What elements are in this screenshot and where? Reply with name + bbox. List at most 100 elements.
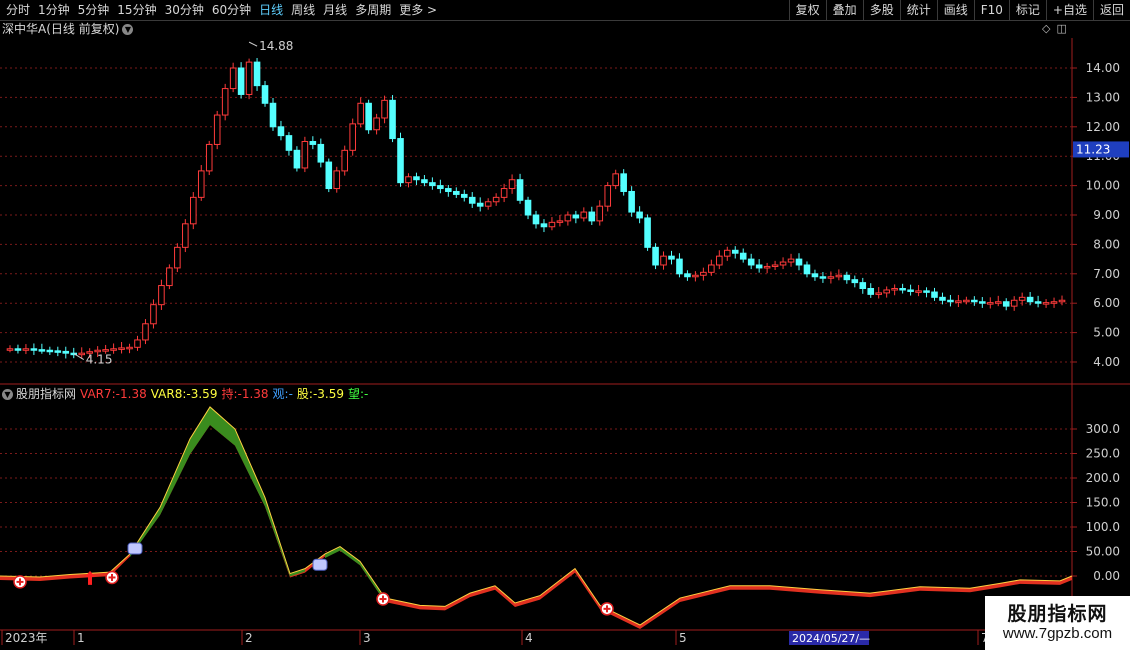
candle-body: [684, 273, 691, 278]
indicator-tick-label: 150.0: [1086, 496, 1120, 510]
time-label: 2023年: [5, 631, 48, 645]
candle-body: [460, 193, 468, 198]
candle-body: [237, 67, 245, 95]
candle-body: [676, 258, 683, 275]
candle-body: [197, 170, 205, 198]
candle-body: [572, 214, 580, 219]
candle-body: [963, 299, 970, 303]
candle-body: [907, 289, 914, 292]
candle-body: [652, 246, 659, 266]
candle-body: [229, 67, 237, 90]
indicator-line-yellow: [0, 406, 1073, 626]
high-marker: [248, 41, 258, 47]
candle-body: [843, 274, 851, 281]
candle-body: [716, 255, 723, 266]
candle-body: [437, 185, 444, 190]
candle-body: [596, 205, 604, 222]
price-tick-label: 9.00: [1093, 208, 1120, 222]
candle-body: [771, 264, 779, 267]
indicator-band-red: [0, 406, 1072, 629]
candle-body: [636, 211, 643, 219]
indicator-values: VAR7:-1.38 VAR8:-3.59 持:-1.38 观:- 股:-3.59 望:-: [80, 387, 372, 401]
indicator-tick-label: 250.0: [1086, 447, 1120, 461]
candle-body: [38, 349, 46, 352]
candle-body: [723, 249, 731, 257]
price-tick-label: 13.00: [1086, 90, 1120, 104]
price-tick-label: 12.00: [1086, 120, 1120, 134]
watermark: 股朋指标网 www.7gpzb.com: [985, 596, 1130, 650]
watermark-title: 股朋指标网: [1007, 603, 1108, 625]
indicator-band-green: [325, 546, 385, 603]
candle-body: [708, 264, 715, 273]
candle-body: [301, 141, 309, 169]
candle-body: [484, 201, 492, 207]
price-tick-label: 4.00: [1093, 355, 1120, 369]
candle-body: [405, 176, 412, 184]
candle-body: [700, 271, 707, 276]
candle-body: [827, 276, 835, 279]
candle-body: [6, 348, 14, 351]
candle-body: [277, 126, 285, 137]
candle-body: [1002, 301, 1010, 307]
candle-body: [46, 349, 54, 353]
candle-body: [142, 323, 149, 341]
candle-body: [612, 173, 619, 187]
candle-body: [54, 350, 62, 353]
candle-body: [755, 264, 763, 269]
candle-body: [476, 202, 484, 207]
candle-body: [174, 246, 181, 269]
candle-body: [604, 185, 612, 207]
cup-signal-body: [127, 542, 143, 555]
indicator-tick-label: 0.00: [1093, 569, 1120, 583]
buy-signal-icon: [13, 575, 27, 589]
candle-body: [341, 149, 349, 172]
candle-body: [620, 173, 627, 192]
time-label: 2: [245, 631, 253, 645]
candle-body: [134, 339, 141, 348]
candle-body: [692, 274, 699, 278]
watermark-url: www.7gpzb.com: [1002, 625, 1113, 642]
candle-body: [269, 102, 277, 128]
candle-body: [166, 267, 173, 287]
candle-body: [739, 252, 747, 260]
candle-body: [867, 288, 875, 295]
time-label: 4: [525, 631, 533, 645]
price-tick-label: 6.00: [1093, 296, 1120, 310]
chevron-down-icon[interactable]: ▼: [2, 389, 13, 400]
candle-body: [1034, 301, 1042, 304]
indicator-value: VAR8:-3.59: [150, 387, 218, 401]
candle-body: [915, 290, 922, 293]
candle-body: [261, 85, 269, 104]
candle-body: [373, 117, 380, 131]
candle-body: [102, 349, 109, 352]
stock-chart[interactable]: 14.0013.0012.0011.0010.009.008.007.006.0…: [0, 0, 1130, 650]
candle-body: [253, 61, 261, 87]
candle-body: [78, 352, 86, 356]
candle-body: [939, 296, 946, 301]
candle-body: [62, 350, 70, 354]
indicator-value: 持:-1.38: [221, 387, 269, 401]
indicator-name: 股朋指标网: [16, 387, 77, 401]
candle-body: [325, 161, 333, 190]
candle-body: [453, 190, 460, 195]
candle-body: [221, 88, 229, 116]
candle-body: [564, 214, 572, 222]
indicator-value: 观:-: [272, 387, 293, 401]
candle-body: [524, 199, 532, 216]
candle-body: [516, 179, 524, 201]
candle-body: [979, 301, 986, 304]
candle-body: [540, 223, 548, 228]
candle-body: [468, 196, 476, 204]
candle-body: [644, 217, 651, 248]
candle-body: [492, 196, 500, 203]
time-label: 5: [679, 631, 687, 645]
candle-body: [875, 292, 882, 295]
candle-body: [1042, 302, 1050, 305]
candle-body: [126, 346, 133, 350]
candle-body: [763, 265, 771, 269]
candle-body: [971, 299, 978, 303]
candle-body: [819, 276, 827, 279]
candle-body: [357, 102, 364, 125]
candle-body: [445, 188, 452, 192]
candle-body: [532, 214, 540, 225]
